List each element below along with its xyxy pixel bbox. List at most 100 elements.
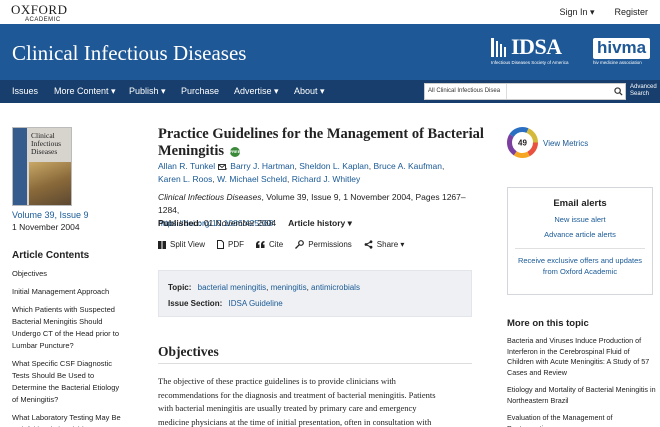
- split-view-button[interactable]: Split View: [158, 240, 205, 249]
- published-date: 01 November 2004: [203, 218, 277, 228]
- nav-advertise[interactable]: Advertise ▾: [234, 86, 279, 97]
- advanced-search-line2: Search: [630, 91, 650, 98]
- search-icon[interactable]: [611, 84, 625, 99]
- pdf-icon: [216, 240, 224, 249]
- topic-link[interactable]: bacterial meningitis: [198, 283, 266, 292]
- body-line: recommendations for the diagnosis and tr…: [158, 389, 436, 400]
- article-title: Practice Guidelines for the Management o…: [158, 126, 498, 160]
- search-box: All Clinical Infectious Disea: [424, 83, 626, 100]
- author-link[interactable]: Barry J. Hartman: [230, 161, 294, 171]
- top-bar: OXFORD ACADEMIC Sign In ▾ Register: [0, 0, 660, 24]
- sign-in-link[interactable]: Sign In ▾: [559, 7, 594, 18]
- idsa-logo[interactable]: IDSA Infectious Diseases Society of Amer…: [491, 36, 569, 65]
- body-line: The objective of these practice guidelin…: [158, 376, 396, 386]
- idsa-emblem-icon: [491, 38, 506, 57]
- author-link[interactable]: W. Michael Scheld: [217, 174, 287, 184]
- topic-box: Topic: bacterial meningitis, meningitis,…: [158, 270, 472, 317]
- pdf-label: PDF: [227, 240, 244, 249]
- permissions-label: Permissions: [308, 240, 352, 249]
- hivma-logo[interactable]: hivma hiv medicine association: [593, 38, 655, 65]
- cite-label: Cite: [268, 240, 284, 249]
- topic-link[interactable]: antimicrobials: [311, 283, 360, 292]
- journal-banner: Clinical Infectious Diseases IDSA Infect…: [0, 24, 660, 80]
- advanced-search-link[interactable]: Advanced Search: [630, 84, 660, 98]
- author-link[interactable]: Karen L. Roos: [158, 174, 212, 184]
- advanced-search-line1: Advanced: [630, 84, 657, 90]
- contents-item[interactable]: What Laboratory Testing May Be Helpful i…: [12, 412, 124, 427]
- search-scope-select[interactable]: All Clinical Infectious Disea: [425, 84, 507, 99]
- free-access-badge: FREE: [229, 146, 240, 157]
- issue-section-link[interactable]: IDSA Guideline: [228, 299, 282, 308]
- new-issue-alert-link[interactable]: New issue alert: [508, 215, 652, 224]
- article-toolbar: Split View PDF Cite Permissions Share ▾: [158, 240, 404, 249]
- article-title-text: Practice Guidelines for the Management o…: [158, 126, 484, 159]
- journal-title[interactable]: Clinical Infectious Diseases: [12, 41, 246, 66]
- contents-item[interactable]: What Specific CSF Diagnostic Tests Shoul…: [12, 358, 124, 406]
- contents-item[interactable]: Initial Management Approach: [12, 286, 124, 298]
- register-link[interactable]: Register: [614, 7, 648, 18]
- nav-issues[interactable]: Issues: [12, 86, 38, 96]
- more-on-topic-heading: More on this topic: [507, 318, 589, 329]
- share-label: Share ▾: [376, 240, 405, 249]
- offers-link[interactable]: Receive exclusive offers and updates fro…: [508, 255, 652, 277]
- citation-journal: Clinical Infectious Diseases: [158, 192, 262, 202]
- author-link[interactable]: Bruce A. Kaufman: [373, 161, 442, 171]
- body-line: with bacterial meningitis are usually tr…: [158, 403, 417, 413]
- nav-about[interactable]: About ▾: [294, 86, 325, 97]
- issue-date: 1 November 2004: [12, 222, 80, 232]
- contents-item[interactable]: Which Patients with Suspected Bacterial …: [12, 304, 124, 352]
- section-divider: [158, 363, 472, 364]
- advance-article-alerts-link[interactable]: Advance article alerts: [508, 230, 652, 239]
- pdf-button[interactable]: PDF: [216, 240, 244, 249]
- section-heading-objectives: Objectives: [158, 344, 219, 359]
- oxford-academic-logo[interactable]: OXFORD ACADEMIC: [11, 3, 67, 23]
- email-alerts-panel: Email alerts New issue alert Advance art…: [507, 187, 653, 295]
- hivma-text: hivma: [593, 38, 651, 59]
- split-view-label: Split View: [170, 240, 205, 249]
- related-article-link[interactable]: Bacteria and Viruses Induce Production o…: [507, 336, 657, 378]
- logo-sub-text: ACADEMIC: [25, 17, 61, 23]
- alerts-divider: [515, 248, 645, 249]
- volume-issue-link[interactable]: Volume 39, Issue 9: [12, 210, 89, 220]
- publication-row: Published: 01 November 2004 Article hist…: [158, 218, 352, 229]
- hivma-subtitle: hiv medicine association: [593, 59, 642, 65]
- permissions-button[interactable]: Permissions: [295, 240, 352, 249]
- email-alerts-title: Email alerts: [553, 198, 607, 209]
- topic-link[interactable]: meningitis: [271, 283, 307, 292]
- related-article-link[interactable]: Evaluation of the Management of Postoper…: [507, 413, 657, 427]
- share-icon: [364, 240, 373, 249]
- author-link[interactable]: Sheldon L. Kaplan: [299, 161, 368, 171]
- split-view-icon: [158, 240, 166, 249]
- related-article-link[interactable]: Etiology and Mortality of Bacterial Meni…: [507, 385, 657, 406]
- logo-main-text: OXFORD: [11, 2, 68, 17]
- view-metrics-link[interactable]: View Metrics: [543, 139, 588, 148]
- nav-publish[interactable]: Publish ▾: [129, 86, 166, 97]
- article-body: The objective of these practice guidelin…: [158, 375, 474, 427]
- author-list: Allan R. Tunkel , Barry J. Hartman, Shel…: [158, 161, 445, 184]
- altmetric-donut-icon[interactable]: 49: [507, 127, 538, 158]
- nav-purchase[interactable]: Purchase: [181, 86, 219, 96]
- topic-label: Topic:: [168, 283, 192, 292]
- idsa-text: IDSA: [511, 34, 562, 59]
- quote-icon: [255, 241, 265, 248]
- author-link[interactable]: Allan R. Tunkel: [158, 161, 215, 171]
- idsa-subtitle: Infectious Diseases Society of America: [491, 60, 569, 65]
- author-link[interactable]: Richard J. Whitley: [292, 174, 361, 184]
- main-nav: Issues More Content ▾ Publish ▾ Purchase…: [0, 80, 660, 103]
- search-input[interactable]: [507, 84, 611, 99]
- cite-button[interactable]: Cite: [255, 240, 284, 249]
- article-history-toggle[interactable]: Article history ▾: [288, 218, 352, 229]
- body-line: medicine physicians at the time of initi…: [158, 416, 432, 427]
- article-contents-list: Objectives Initial Management Approach W…: [12, 268, 124, 427]
- contents-item[interactable]: Objectives: [12, 268, 124, 280]
- share-button[interactable]: Share ▾: [364, 240, 405, 249]
- issue-section-label: Issue Section:: [168, 299, 223, 308]
- cover-strip: [13, 128, 27, 205]
- article-contents-heading: Article Contents: [12, 250, 90, 261]
- email-icon[interactable]: [217, 163, 226, 170]
- nav-more-content[interactable]: More Content ▾: [54, 86, 116, 97]
- altmetric-score: 49: [518, 139, 527, 148]
- journal-cover-image[interactable]: Clinical Infectious Diseases: [12, 127, 72, 206]
- published-label: Published:: [158, 218, 202, 228]
- more-on-topic-list: Bacteria and Viruses Induce Production o…: [507, 336, 657, 427]
